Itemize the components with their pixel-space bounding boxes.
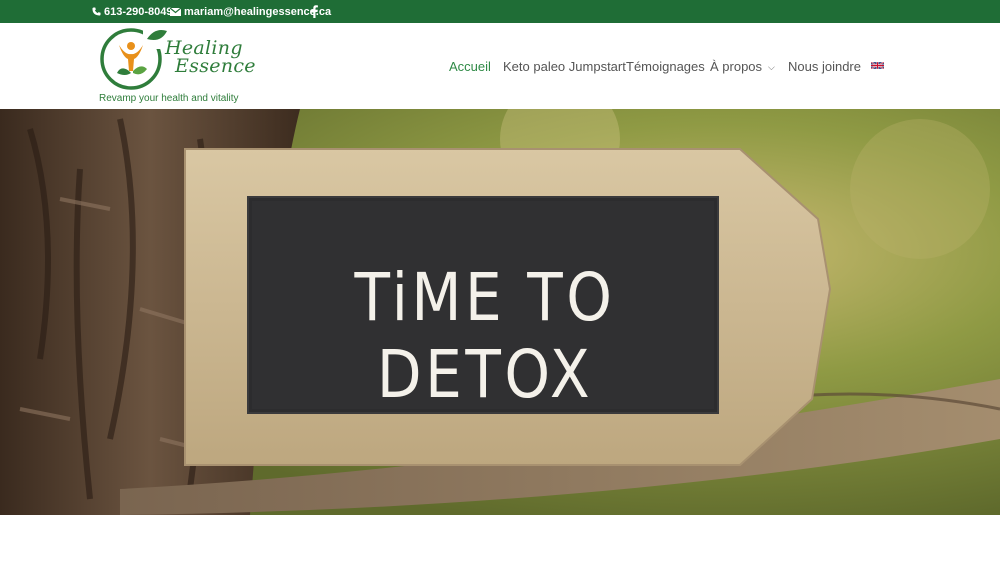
chevron-down-icon: ⌵ (768, 62, 775, 72)
hero-banner: TiME TO DETOX (0, 109, 1000, 515)
uk-flag-icon[interactable] (871, 61, 884, 70)
nav-item-a-propos-label: À propos (710, 59, 763, 74)
nav-item-temoignages[interactable]: Témoignages (626, 59, 705, 74)
logo-title-line2: Essence (175, 55, 256, 77)
envelope-icon (170, 7, 181, 16)
site-header: Healing Essence Revamp your health and v… (0, 23, 1000, 109)
nav-item-accueil[interactable]: Accueil (449, 59, 491, 74)
top-bar: 613-290-8049 mariam@healingessence.ca (0, 0, 1000, 23)
page-content-area (0, 515, 1000, 570)
nav-item-a-propos[interactable]: À propos ⌵ (710, 59, 775, 74)
facebook-icon (311, 5, 318, 18)
nav-item-keto[interactable]: Keto paleo Jumpstart (503, 59, 626, 74)
logo-tagline: Revamp your health and vitality (99, 93, 239, 104)
phone-link[interactable]: 613-290-8049 (92, 0, 173, 23)
logo-mark-icon (100, 27, 169, 90)
email-link[interactable]: mariam@healingessence.ca (170, 0, 331, 23)
phone-number: 613-290-8049 (104, 5, 173, 18)
site-logo[interactable]: Healing Essence Revamp your health and v… (97, 25, 256, 107)
nav-item-nous-joindre[interactable]: Nous joindre (788, 59, 861, 74)
hero-sign-text: TiME TO DETOX (354, 259, 616, 413)
email-address: mariam@healingessence.ca (184, 5, 332, 18)
facebook-link[interactable] (311, 0, 321, 23)
phone-icon (92, 7, 101, 16)
logo-title: Healing Essence (165, 39, 256, 77)
